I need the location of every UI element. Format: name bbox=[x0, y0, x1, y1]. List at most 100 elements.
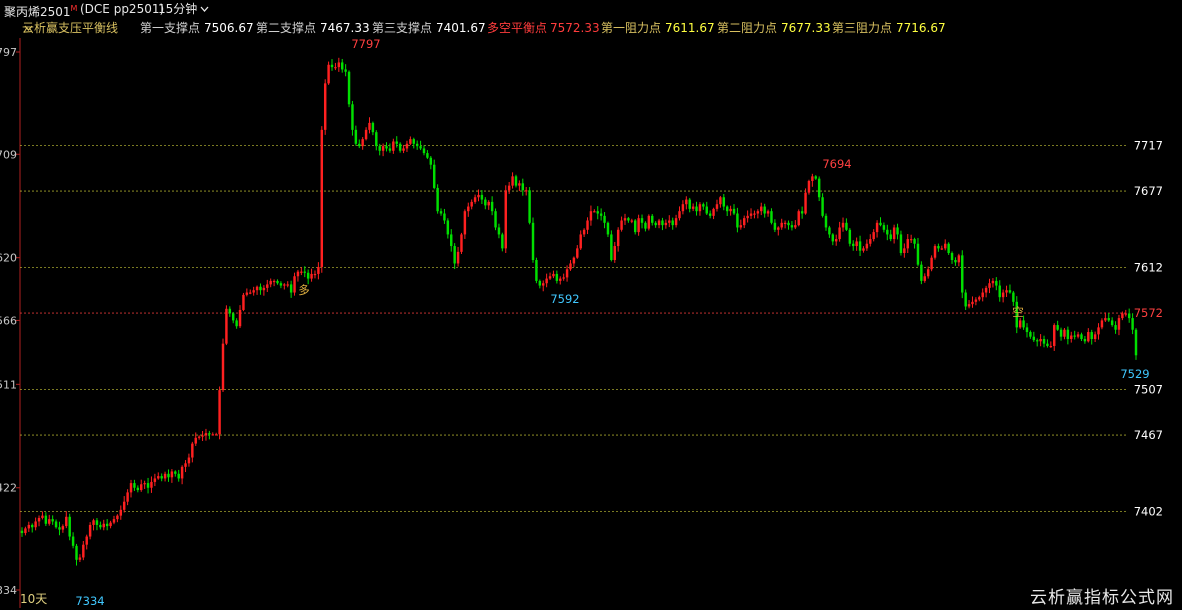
candle-body bbox=[947, 243, 950, 254]
candle-body bbox=[916, 243, 920, 265]
candle-body bbox=[221, 343, 225, 391]
candle-body bbox=[364, 129, 368, 140]
chart-annotation: 7334 bbox=[75, 594, 104, 608]
candle-body bbox=[555, 273, 559, 281]
candle-body bbox=[504, 190, 507, 249]
candle-body bbox=[964, 292, 967, 307]
chart-annotation: 7529 bbox=[1120, 367, 1149, 381]
candle-body bbox=[225, 308, 228, 344]
candle-body bbox=[1124, 313, 1128, 315]
candle-body bbox=[245, 292, 249, 295]
candle-body bbox=[497, 227, 501, 235]
candle-body bbox=[1131, 318, 1134, 330]
candle-body bbox=[817, 178, 821, 198]
candle-body bbox=[392, 141, 395, 151]
candle-body bbox=[524, 190, 528, 192]
candle-body bbox=[231, 313, 235, 321]
candle-body bbox=[133, 483, 136, 488]
candle-body bbox=[487, 201, 490, 206]
candle-body bbox=[824, 215, 828, 228]
candle-body bbox=[1042, 339, 1046, 344]
candle-body bbox=[841, 222, 845, 228]
candle-body bbox=[875, 222, 879, 233]
candle-body bbox=[116, 515, 119, 520]
candle-body bbox=[610, 234, 613, 260]
candle-body bbox=[773, 222, 777, 230]
candle-body bbox=[122, 501, 126, 510]
candle-body bbox=[177, 473, 180, 479]
candle-body bbox=[453, 246, 456, 264]
period-selector[interactable]: 15分钟 bbox=[158, 0, 209, 18]
candle-body bbox=[112, 519, 116, 523]
candle-body bbox=[514, 176, 518, 186]
candle-body bbox=[187, 457, 191, 464]
candle-body bbox=[627, 218, 630, 221]
candle-body bbox=[967, 304, 971, 307]
candle-body bbox=[800, 211, 804, 214]
candle-body bbox=[838, 227, 841, 240]
candle-body bbox=[34, 521, 37, 528]
candle-body bbox=[651, 215, 654, 223]
candle-body bbox=[780, 222, 783, 228]
candle-body bbox=[24, 528, 27, 534]
candle-body bbox=[82, 544, 85, 558]
level-label: 7402 bbox=[1134, 504, 1163, 518]
candle-body bbox=[1134, 329, 1138, 356]
candle-body bbox=[242, 294, 245, 310]
candle-body bbox=[834, 239, 838, 242]
candle-body bbox=[661, 220, 664, 226]
candle-body bbox=[266, 284, 269, 288]
candle-body bbox=[633, 220, 637, 233]
candlestick-chart[interactable]: 7797 7709 7620 7566 7511 7422 7334 7717 7677 7612… bbox=[0, 0, 1182, 610]
candle-body bbox=[640, 218, 644, 223]
candle-body bbox=[923, 276, 927, 281]
candle-body bbox=[596, 211, 599, 214]
candle-body bbox=[719, 197, 722, 205]
candle-body bbox=[211, 434, 215, 436]
indicator-selector[interactable]: 云析赢支压平衡线 bbox=[22, 18, 118, 38]
candle-body bbox=[1087, 332, 1090, 342]
candle-body bbox=[971, 301, 974, 305]
candle-body bbox=[599, 213, 603, 216]
candle-body bbox=[1127, 313, 1131, 319]
candle-body bbox=[542, 283, 545, 286]
candle-body bbox=[1005, 290, 1008, 293]
candle-body bbox=[170, 471, 174, 478]
candle-body bbox=[695, 206, 698, 212]
level-value-balance: 7572.33 bbox=[550, 21, 600, 35]
candle-body bbox=[419, 146, 422, 149]
candle-body bbox=[1022, 320, 1025, 328]
chart-annotation: 7694 bbox=[822, 157, 851, 171]
candle-body bbox=[892, 227, 896, 240]
candle-body bbox=[613, 246, 616, 260]
level-value-resistance-3: 7716.67 bbox=[896, 21, 946, 35]
candle-body bbox=[722, 197, 726, 207]
candle-body bbox=[456, 251, 460, 264]
candle-body bbox=[460, 234, 463, 252]
chart-annotation: 空 bbox=[1012, 305, 1024, 319]
candle-body bbox=[688, 199, 691, 209]
candle-body bbox=[490, 201, 494, 212]
candle-body bbox=[961, 255, 964, 293]
candle-body bbox=[105, 523, 109, 527]
candle-body bbox=[746, 215, 749, 219]
candle-body bbox=[296, 271, 300, 277]
candle-body bbox=[1056, 325, 1059, 330]
candle-body bbox=[984, 287, 988, 293]
candle-body bbox=[58, 527, 61, 530]
candle-body bbox=[521, 183, 525, 191]
candle-body bbox=[1107, 318, 1110, 321]
candle-body bbox=[341, 62, 344, 70]
candle-body bbox=[978, 297, 981, 300]
candle-body bbox=[1053, 325, 1056, 346]
candle-body bbox=[603, 215, 606, 223]
candle-body bbox=[804, 192, 807, 214]
days-range-label: 10天 bbox=[20, 592, 48, 606]
indicator-legend: 云析赢支压平衡线 第一支撑点 7506.67 第二支撑点 7467.33 第三支… bbox=[0, 18, 1182, 38]
candle-body bbox=[286, 284, 289, 286]
candle-body bbox=[228, 308, 232, 314]
chart-annotation: 7592 bbox=[550, 292, 579, 306]
candle-body bbox=[654, 222, 657, 226]
candle-body bbox=[576, 248, 579, 258]
candle-body bbox=[1018, 320, 1022, 328]
